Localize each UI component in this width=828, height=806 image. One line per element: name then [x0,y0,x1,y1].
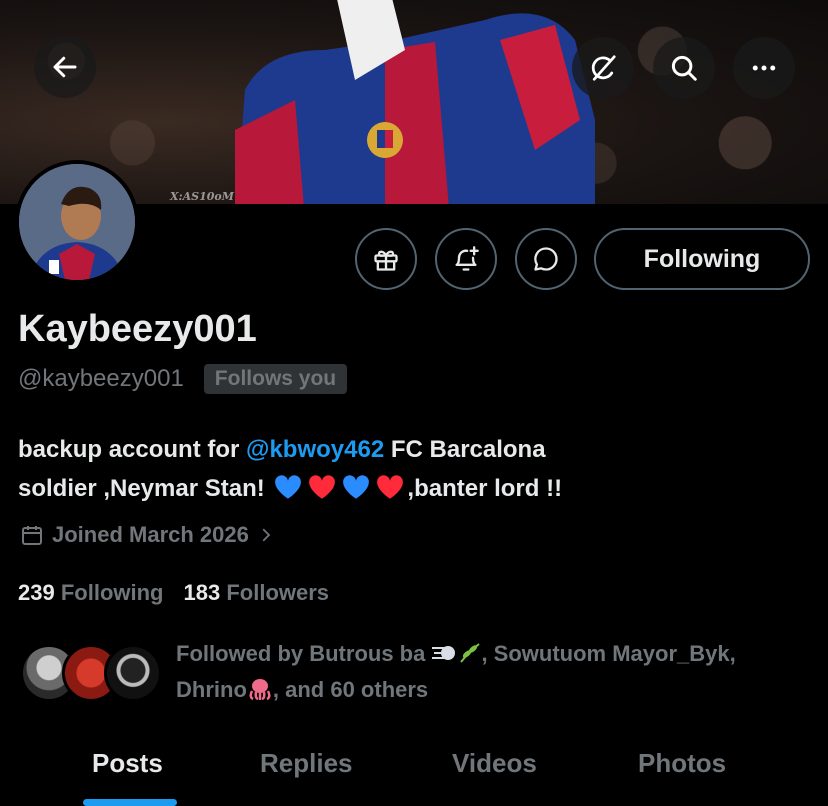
followed-by-part: , and 60 others [272,677,429,702]
back-button[interactable] [34,36,96,98]
banner-watermark: X:AS10oM [170,190,234,203]
blue-heart-icon [275,475,302,499]
search-icon [671,55,697,81]
tab-photos[interactable]: Photos [638,748,726,779]
message-icon [534,247,558,271]
red-heart-icon [377,475,404,499]
chevron-right-icon [262,528,271,542]
dash-emoji-icon [432,646,456,660]
user-handle: @kaybeezy001 [18,365,184,392]
banner-player-image [235,0,595,204]
follows-you-badge: Follows you [203,364,348,394]
profile-tabs: Posts Replies Videos Photos [0,740,828,806]
mutual-avatar [104,644,162,702]
tab-replies[interactable]: Replies [260,748,353,779]
followed-by-part: Dhrino [176,677,247,702]
followed-by-text[interactable]: Followed by Butrous ba , Sowutuom Mayor_… [176,636,816,708]
follow-stats: 239 Following 183 Followers [18,580,329,606]
search-button[interactable] [653,37,715,99]
display-name: Kaybeezy001 [18,308,257,350]
bio-prefix: backup account for [18,436,247,463]
following-stat[interactable]: 239 Following [18,580,164,606]
profile-bio: backup account for @kbwoy462 FC Barcalon… [18,430,808,508]
bell-plus-icon [455,246,479,271]
profile-avatar[interactable] [15,160,139,284]
bio-line2-end: ,banter lord !! [407,475,563,502]
grok-icon [591,55,616,81]
arrow-left-icon [53,56,77,78]
tab-posts[interactable]: Posts [92,748,163,779]
active-tab-indicator [83,799,177,806]
notifications-button[interactable] [435,228,497,290]
followers-label: Followers [226,580,330,605]
gift-icon [374,250,398,271]
tab-videos[interactable]: Videos [452,748,537,779]
blue-heart-icon [343,475,370,499]
profile-banner[interactable]: X:AS10oM [0,0,828,204]
bio-mention-link[interactable]: @kbwoy462 [246,436,384,463]
more-options-button[interactable] [733,37,795,99]
grok-button[interactable] [572,37,634,99]
herb-emoji-icon [460,643,481,663]
joined-date-row[interactable]: Joined March 2026 [20,522,275,548]
bio-line2-start: soldier ,Neymar Stan! [18,475,272,502]
more-horizontal-icon [752,65,776,71]
gift-button[interactable] [355,228,417,290]
following-label: Following [60,580,164,605]
bio-suffix: FC Barcalona [384,436,546,463]
calendar-icon [22,526,42,545]
red-heart-icon [309,475,336,499]
followed-by-part: Followed by Butrous ba [176,641,432,666]
mutual-follower-avatars[interactable] [20,644,162,704]
avatar-image [19,164,135,280]
octopus-emoji-icon [249,679,271,701]
followers-stat[interactable]: 183 Followers [184,580,330,606]
following-button[interactable]: Following [594,228,810,290]
following-count: 239 [18,580,55,605]
followed-by-part: , Sowutuom Mayor_Byk, [481,641,736,666]
joined-date: Joined March 2026 [52,522,249,547]
message-button[interactable] [515,228,577,290]
followers-count: 183 [183,580,221,605]
handle-row: @kaybeezy001 Follows you [18,364,348,394]
